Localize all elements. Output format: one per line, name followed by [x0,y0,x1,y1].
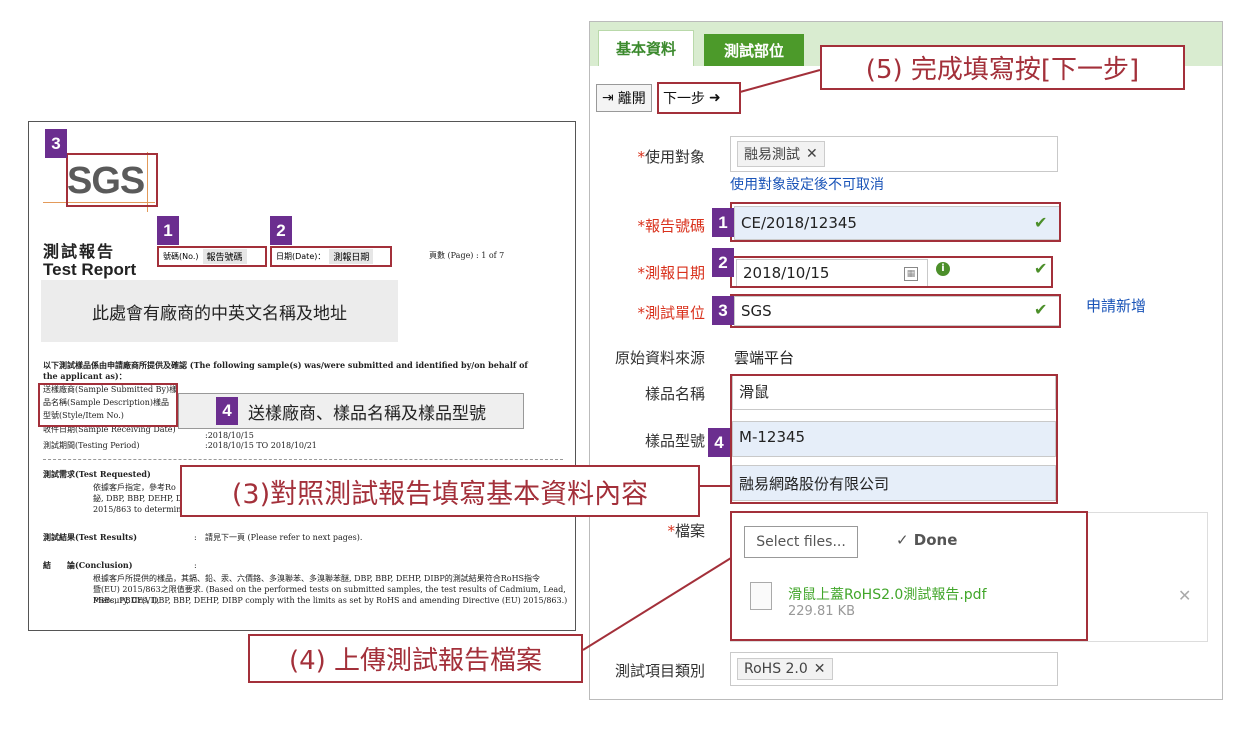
step5-callout: (5) 完成填寫按[下一步] [820,45,1185,90]
step3-callout: (3)對照測試報告填寫基本資料內容 [180,465,700,517]
connector-lines [582,69,821,651]
step4-callout: (4) 上傳測試報告檔案 [248,634,583,683]
